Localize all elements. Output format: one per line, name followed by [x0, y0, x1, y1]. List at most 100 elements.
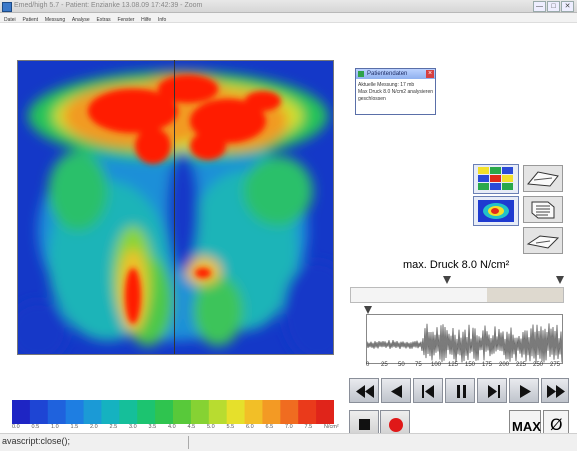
- legend-swatch: [190, 400, 210, 424]
- menu-item-analyse[interactable]: Analyse: [72, 16, 90, 25]
- x-tick: 275: [550, 362, 561, 368]
- menu-item-info[interactable]: Info: [158, 16, 166, 25]
- pause-icon: [457, 385, 466, 398]
- legend-label: 0.5: [31, 424, 40, 430]
- pressure-signal-plot[interactable]: [366, 314, 563, 364]
- legend-label: 7.5: [304, 424, 313, 430]
- x-tick: 150: [465, 362, 476, 368]
- legend-label: 3.0: [129, 424, 137, 430]
- status-bar: avascript:close();: [0, 433, 577, 451]
- fast-forward-button[interactable]: [541, 378, 569, 403]
- x-tick: 225: [516, 362, 527, 368]
- legend-swatch: [208, 400, 228, 424]
- x-tick: 200: [499, 362, 510, 368]
- maximize-button[interactable]: □: [547, 1, 560, 12]
- play-icon: [520, 385, 531, 398]
- menu-item-datei[interactable]: Datei: [4, 16, 16, 25]
- slider-marker-icon[interactable]: [443, 276, 451, 284]
- legend-label: 3.5: [148, 424, 157, 430]
- outline-view-button[interactable]: [523, 227, 563, 254]
- minimize-button[interactable]: —: [533, 1, 546, 12]
- x-tick: 75: [415, 362, 422, 368]
- rewind-icon: [356, 385, 374, 398]
- info-popup[interactable]: Patientendaten × Aktuelle Messung: 17 mb…: [355, 68, 436, 115]
- legend-swatch: [316, 400, 334, 424]
- legend-label: 1.0: [51, 424, 59, 430]
- play-button[interactable]: [509, 378, 539, 403]
- report-icon: [531, 201, 555, 219]
- menu-item-messung[interactable]: Messung: [45, 16, 65, 25]
- signal-trace: [366, 323, 563, 363]
- status-separator: [188, 436, 189, 449]
- step-back-icon: [391, 385, 402, 398]
- legend-label: 7.0: [285, 424, 293, 430]
- popup-line-2: Max Druck 8.0 N/cm2 analysieren: [358, 89, 434, 95]
- legend-color-scale: [12, 400, 334, 424]
- legend-swatch: [173, 400, 192, 424]
- menu-bar: Datei Patient Messung Analyse Extras Fen…: [0, 13, 577, 23]
- legend-label: N/cm²: [324, 424, 339, 430]
- legend-labels: 0.0 0.5 1.0 1.5 2.0 2.5 3.0 3.5 4.0 4.5 5.0 5.5 6.0 6…: [8, 424, 348, 432]
- max-button-label: MAX: [512, 419, 541, 434]
- popup-title: Patientendaten: [367, 71, 408, 77]
- pressure-heatmap[interactable]: [17, 60, 334, 355]
- heatmap-view-icon: [478, 200, 514, 222]
- zero-button-label: Ø: [550, 415, 563, 434]
- next-frame-icon: [488, 385, 500, 398]
- x-tick: 100: [431, 362, 442, 368]
- legend-swatch: [119, 400, 138, 424]
- legend-swatch: [155, 400, 174, 424]
- legend-label: 0.0: [12, 424, 20, 430]
- legend-swatch: [280, 400, 299, 424]
- legend-label: 5.0: [207, 424, 215, 430]
- slider-end-marker-icon[interactable]: [556, 276, 564, 284]
- slider-fill: [487, 288, 563, 302]
- plot-x-axis: 0 25 50 75 100 125 150 175 200 225 250 2…: [366, 362, 566, 372]
- report-view-button[interactable]: [523, 196, 563, 223]
- legend-label: 6.5: [265, 424, 274, 430]
- legend-label: 5.5: [226, 424, 235, 430]
- legend-label: 1.5: [70, 424, 79, 430]
- previous-frame-button[interactable]: [413, 378, 443, 403]
- menu-item-patient[interactable]: Patient: [22, 16, 38, 25]
- x-tick: 0: [366, 362, 370, 368]
- menu-item-hilfe[interactable]: Hilfe: [141, 16, 151, 25]
- legend-label: 4.0: [168, 424, 176, 430]
- status-text: avascript:close();: [2, 436, 71, 446]
- legend-swatch: [262, 400, 281, 424]
- window-title: Emed/high 5.7 - Patient: Enzianke 13.08.…: [14, 2, 203, 9]
- close-button[interactable]: ✕: [561, 1, 574, 12]
- x-tick: 125: [448, 362, 459, 368]
- legend-swatch: [65, 400, 85, 424]
- legend-label: 2.5: [109, 424, 118, 430]
- heatmap-image: [18, 61, 333, 354]
- popup-app-icon: [358, 71, 364, 77]
- menu-item-fenster[interactable]: Fenster: [117, 16, 134, 25]
- heatmap-view-button[interactable]: [473, 196, 519, 226]
- 3d-foot-icon: [527, 171, 559, 187]
- foot-outline-icon: [526, 235, 560, 249]
- legend-label: 6.0: [246, 424, 254, 430]
- previous-frame-icon: [422, 385, 434, 398]
- legend-swatch: [137, 400, 156, 424]
- frame-range-slider[interactable]: [350, 287, 564, 303]
- grid-view-icon: [478, 167, 513, 190]
- popup-title-bar: Patientendaten ×: [356, 69, 435, 79]
- popup-line-1: Aktuelle Messung: 17 mb: [358, 82, 415, 88]
- legend-label: 4.5: [187, 424, 196, 430]
- popup-close-icon[interactable]: ×: [426, 70, 434, 78]
- popup-line-3: geschlossen: [358, 96, 386, 102]
- menu-item-extras[interactable]: Extras: [96, 16, 110, 25]
- step-back-button[interactable]: [381, 378, 411, 403]
- max-pressure-label: max. Druck 8.0 N/cm²: [403, 259, 510, 271]
- legend-swatch: [101, 400, 120, 424]
- plot-start-marker-icon[interactable]: [364, 306, 372, 314]
- signal-waveform: [366, 323, 563, 363]
- rewind-button[interactable]: [349, 378, 379, 403]
- grid-view-button[interactable]: [473, 164, 519, 194]
- legend-swatch: [244, 400, 263, 424]
- 3d-foot-view-button[interactable]: [523, 165, 563, 192]
- pause-button[interactable]: [445, 378, 475, 403]
- legend-swatch: [47, 400, 67, 424]
- next-frame-button[interactable]: [477, 378, 507, 403]
